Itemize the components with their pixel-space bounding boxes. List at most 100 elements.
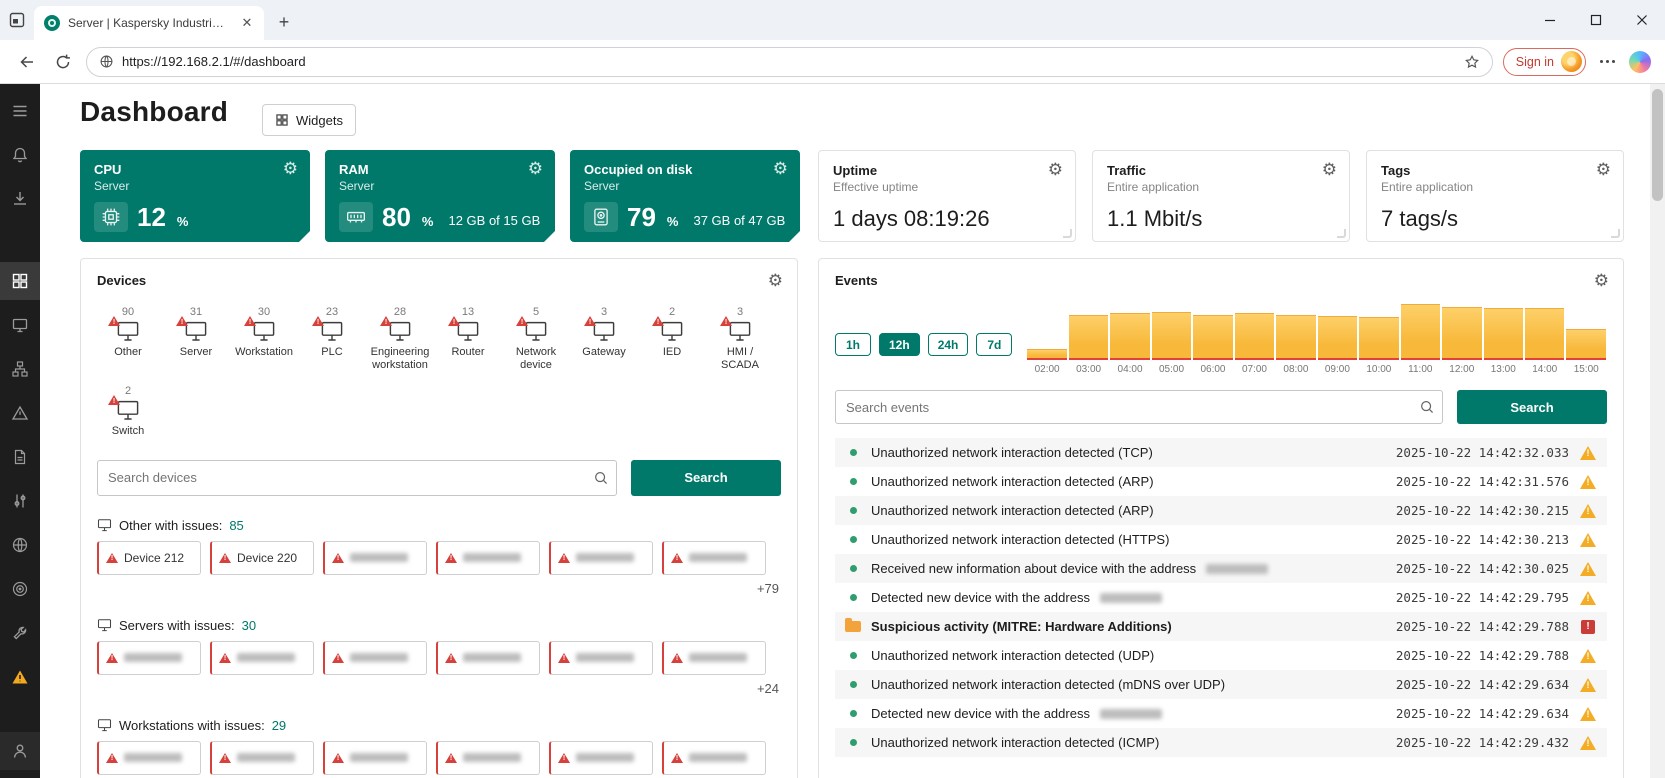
sidebar-item-network-map[interactable] <box>0 350 40 388</box>
event-row[interactable]: Unauthorized network interaction detecte… <box>835 641 1607 670</box>
sidebar-item-audit-target-icon[interactable] <box>0 570 40 608</box>
sidebar-item-risks[interactable] <box>0 394 40 432</box>
page-scrollbar[interactable] <box>1650 84 1665 778</box>
chart-bar[interactable]: 15:00 <box>1565 329 1606 376</box>
device-chip[interactable] <box>323 641 427 675</box>
device-type-item[interactable]: 2 IED <box>641 306 703 371</box>
sidebar-download-icon[interactable] <box>0 180 40 218</box>
range-pill[interactable]: 1h <box>835 333 871 356</box>
event-row[interactable]: Unauthorized network interaction detecte… <box>835 728 1607 757</box>
uptime-widget-card[interactable]: Uptime Effective uptime ⚙ 1 days 08:19:2… <box>818 150 1076 242</box>
sidebar-notifications-bell-icon[interactable] <box>0 136 40 174</box>
device-chip[interactable]: Device 220 <box>210 541 314 575</box>
scrollbar-thumb[interactable] <box>1652 89 1663 201</box>
device-group-more[interactable]: +79 <box>97 581 781 596</box>
sidebar-item-dashboard[interactable] <box>0 262 40 300</box>
back-icon[interactable] <box>14 49 40 75</box>
url-field[interactable]: https://192.168.2.1/#/dashboard <box>86 47 1493 77</box>
device-type-item[interactable]: 2 Switch <box>97 385 159 438</box>
event-row[interactable]: Received new information about device wi… <box>835 554 1607 583</box>
device-chip[interactable] <box>210 741 314 775</box>
sidebar-alerts-warning-icon[interactable] <box>0 658 40 696</box>
cpu-widget-card[interactable]: CPU Server ⚙ 12 % <box>80 150 310 242</box>
device-type-item[interactable]: 31 Server <box>165 306 227 371</box>
sign-in-button[interactable]: Sign in <box>1503 48 1586 76</box>
tab-actions-menu-icon[interactable] <box>0 0 34 40</box>
event-row[interactable]: Unauthorized network interaction detecte… <box>835 496 1607 525</box>
ram-widget-card[interactable]: RAM Server ⚙ 80 % 12 GB of 15 GB <box>325 150 555 242</box>
device-group-count[interactable]: 30 <box>242 618 256 633</box>
event-row[interactable]: Suspicious activity (MITRE: Hardware Add… <box>835 612 1607 641</box>
gear-icon[interactable]: ⚙ <box>1322 161 1337 178</box>
device-type-item[interactable]: 90 Other <box>97 306 159 371</box>
event-row[interactable]: Unauthorized network interaction detecte… <box>835 438 1607 467</box>
device-chip[interactable] <box>97 741 201 775</box>
device-chip[interactable] <box>549 641 653 675</box>
gear-icon[interactable]: ⚙ <box>773 160 788 177</box>
device-chip[interactable] <box>436 741 540 775</box>
chart-bar[interactable]: 02:00 <box>1026 349 1067 376</box>
chart-bar[interactable]: 09:00 <box>1317 316 1358 376</box>
events-search-input[interactable] <box>835 390 1443 424</box>
browser-menu-icon[interactable] <box>1596 60 1619 63</box>
close-button[interactable] <box>1619 0 1665 40</box>
range-pill[interactable]: 7d <box>976 333 1012 356</box>
chart-bar[interactable]: 12:00 <box>1441 307 1482 376</box>
device-type-item[interactable]: 30 Workstation <box>233 306 295 371</box>
gear-icon[interactable]: ⚙ <box>1594 271 1609 291</box>
event-row[interactable]: Detected new device with the address 202… <box>835 699 1607 728</box>
device-type-item[interactable]: 5 Network device <box>505 306 567 371</box>
browser-tab[interactable]: Server | Kaspersky Industrial Cybe ✕ <box>34 6 264 40</box>
chart-bar[interactable]: 08:00 <box>1275 315 1316 376</box>
disk-widget-card[interactable]: Occupied on disk Server ⚙ 79 % 37 GB of … <box>570 150 800 242</box>
device-group-count[interactable]: 29 <box>272 718 286 733</box>
events-search-button[interactable]: Search <box>1457 390 1607 424</box>
chart-bar[interactable]: 10:00 <box>1358 317 1399 376</box>
device-chip[interactable] <box>662 641 766 675</box>
event-row[interactable]: Unauthorized network interaction detecte… <box>835 670 1607 699</box>
tags-widget-card[interactable]: Tags Entire application ⚙ 7 tags/s <box>1366 150 1624 242</box>
event-row[interactable]: Detected new device with the address 202… <box>835 583 1607 612</box>
devices-search-input[interactable] <box>97 460 617 496</box>
events-search-field[interactable] <box>836 391 1412 423</box>
traffic-widget-card[interactable]: Traffic Entire application ⚙ 1.1 Mbit/s <box>1092 150 1350 242</box>
widgets-button[interactable]: Widgets <box>262 104 356 136</box>
chart-bar[interactable]: 04:00 <box>1109 313 1150 376</box>
sidebar-item-network-globe-icon[interactable] <box>0 526 40 564</box>
chart-bar[interactable]: 06:00 <box>1192 315 1233 376</box>
event-row[interactable]: Unauthorized network interaction detecte… <box>835 467 1607 496</box>
chart-bar[interactable]: 05:00 <box>1151 312 1192 376</box>
gear-icon[interactable]: ⚙ <box>283 160 298 177</box>
sidebar-menu-icon[interactable] <box>0 92 40 130</box>
device-chip[interactable] <box>436 541 540 575</box>
gear-icon[interactable]: ⚙ <box>1048 161 1063 178</box>
device-chip[interactable] <box>210 641 314 675</box>
device-type-item[interactable]: 13 Router <box>437 306 499 371</box>
refresh-icon[interactable] <box>50 49 76 75</box>
gear-icon[interactable]: ⚙ <box>768 271 783 291</box>
device-type-item[interactable]: 23 PLC <box>301 306 363 371</box>
device-type-item[interactable]: 28 Engineering workstation <box>369 306 431 371</box>
chart-bar[interactable]: 14:00 <box>1524 308 1565 376</box>
minimize-button[interactable] <box>1527 0 1573 40</box>
device-chip[interactable] <box>323 741 427 775</box>
device-group-more[interactable]: +24 <box>97 681 781 696</box>
chart-bar[interactable]: 07:00 <box>1234 313 1275 376</box>
device-chip[interactable] <box>323 541 427 575</box>
device-chip[interactable] <box>662 741 766 775</box>
sidebar-account-icon[interactable] <box>0 732 40 770</box>
device-chip[interactable] <box>549 541 653 575</box>
chart-bar[interactable]: 13:00 <box>1483 308 1524 376</box>
device-type-item[interactable]: 3 HMI / SCADA <box>709 306 771 371</box>
tab-close-icon[interactable]: ✕ <box>238 14 256 32</box>
devices-search-button[interactable]: Search <box>631 460 781 496</box>
device-type-item[interactable]: 3 Gateway <box>573 306 635 371</box>
gear-icon[interactable]: ⚙ <box>528 160 543 177</box>
devices-search-field[interactable] <box>98 461 586 495</box>
device-chip[interactable] <box>436 641 540 675</box>
device-chip[interactable] <box>662 541 766 575</box>
range-pill[interactable]: 12h <box>879 333 920 356</box>
sidebar-item-tools-wrench-icon[interactable] <box>0 614 40 652</box>
sidebar-item-settings-sliders-icon[interactable] <box>0 482 40 520</box>
device-chip[interactable]: Device 212 <box>97 541 201 575</box>
